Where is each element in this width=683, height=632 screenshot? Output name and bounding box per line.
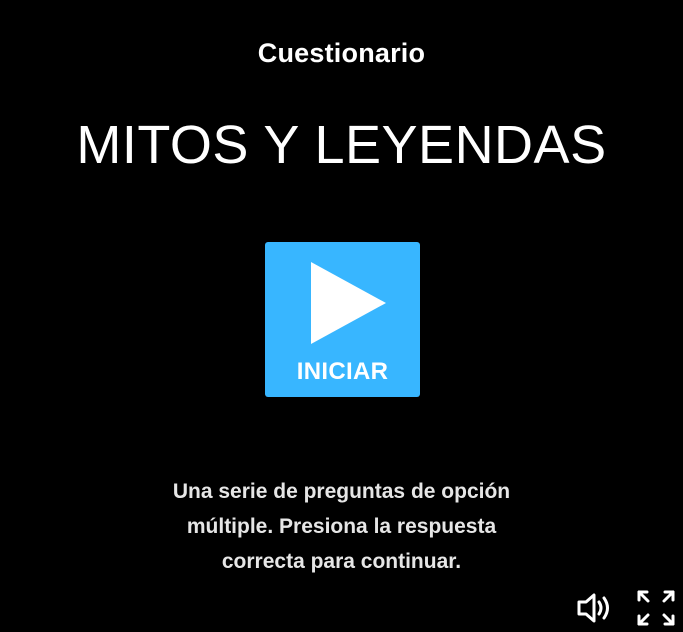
quiz-description: Una serie de preguntas de opción múltipl… xyxy=(130,474,553,579)
play-icon xyxy=(311,262,386,344)
fullscreen-icon xyxy=(637,590,675,626)
speaker-icon xyxy=(577,593,609,623)
start-button[interactable]: INICIAR xyxy=(265,242,420,397)
quiz-start-screen: Cuestionario MITOS Y LEYENDAS INICIAR Un… xyxy=(0,0,683,630)
sound-button[interactable] xyxy=(576,590,614,626)
quiz-title: MITOS Y LEYENDAS xyxy=(76,115,607,175)
description-line: múltiple. Presiona la respuesta xyxy=(186,515,497,538)
description-line: Una serie de preguntas de opción xyxy=(172,480,511,503)
fullscreen-button[interactable] xyxy=(636,589,676,627)
description-line: correcta para continuar. xyxy=(221,550,462,573)
start-button-label: INICIAR xyxy=(296,358,389,385)
quiz-type-label: Cuestionario xyxy=(257,38,426,68)
